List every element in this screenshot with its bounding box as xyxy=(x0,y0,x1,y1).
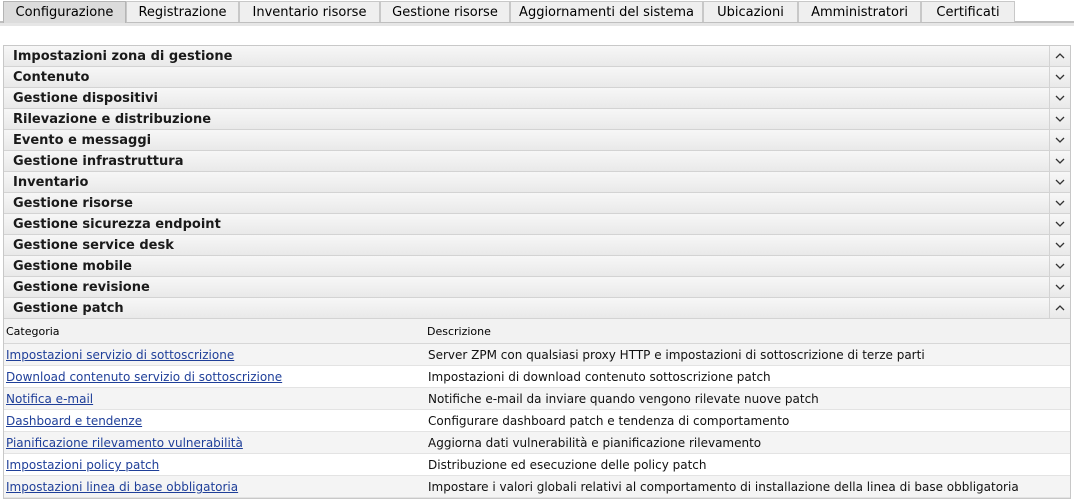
category-description: Notifiche e-mail da inviare quando vengo… xyxy=(428,392,819,406)
section-label: Evento e messaggi xyxy=(13,133,152,148)
section-gestione-patch[interactable]: Gestione patch xyxy=(4,298,1070,319)
category-description: Distribuzione ed esecuzione delle policy… xyxy=(428,458,707,472)
chevron-down-icon[interactable] xyxy=(1049,151,1070,171)
section-label: Gestione sicurezza endpoint xyxy=(13,217,221,232)
section-inventario[interactable]: Inventario xyxy=(4,172,1070,193)
tab-ubicazioni[interactable]: Ubicazioni xyxy=(703,1,798,22)
chevron-down-icon[interactable] xyxy=(1049,67,1070,87)
main-tab-bar: Configurazione Registrazione Inventario … xyxy=(0,0,1074,26)
category-description: Server ZPM con qualsiasi proxy HTTP e im… xyxy=(428,348,925,362)
category-description: Impostare i valori globali relativi al c… xyxy=(428,480,1019,494)
tab-bar-underline xyxy=(0,23,1074,26)
chevron-down-icon[interactable] xyxy=(1049,235,1070,255)
tab-aggiornamenti-sistema[interactable]: Aggiornamenti del sistema xyxy=(510,1,703,22)
section-gestione-revisione[interactable]: Gestione revisione xyxy=(4,277,1070,298)
tab-amministratori[interactable]: Amministratori xyxy=(798,1,921,22)
section-label: Gestione mobile xyxy=(13,259,132,274)
section-contenuto[interactable]: Contenuto xyxy=(4,67,1070,88)
section-label: Inventario xyxy=(13,175,89,190)
category-description: Aggiorna dati vulnerabilità e pianificaz… xyxy=(428,436,762,450)
section-label: Gestione patch xyxy=(13,301,124,316)
section-rilevazione-distribuzione[interactable]: Rilevazione e distribuzione xyxy=(4,109,1070,130)
chevron-up-icon[interactable] xyxy=(1049,46,1070,66)
chevron-down-icon[interactable] xyxy=(1049,193,1070,213)
section-label: Gestione risorse xyxy=(13,196,133,211)
chevron-down-icon[interactable] xyxy=(1049,214,1070,234)
chevron-down-icon[interactable] xyxy=(1049,172,1070,192)
section-label: Contenuto xyxy=(13,70,90,85)
tab-gestione-risorse[interactable]: Gestione risorse xyxy=(380,1,510,22)
section-label: Gestione revisione xyxy=(13,280,150,295)
table-row: Dashboard e tendenze Configurare dashboa… xyxy=(4,410,1070,432)
chevron-down-icon[interactable] xyxy=(1049,256,1070,276)
tab-registrazione[interactable]: Registrazione xyxy=(126,1,239,22)
settings-panel: Impostazioni zona di gestione Contenuto … xyxy=(3,45,1071,499)
section-evento-messaggi[interactable]: Evento e messaggi xyxy=(4,130,1070,151)
tab-inventario-risorse[interactable]: Inventario risorse xyxy=(239,1,380,22)
chevron-up-icon[interactable] xyxy=(1049,298,1070,318)
tab-certificati[interactable]: Certificati xyxy=(921,1,1015,22)
category-description: Impostazioni di download contenuto sotto… xyxy=(428,370,771,384)
section-gestione-service-desk[interactable]: Gestione service desk xyxy=(4,235,1070,256)
table-row: Pianificazione rilevamento vulnerabilità… xyxy=(4,432,1070,454)
column-header-descrizione: Descrizione xyxy=(427,325,491,338)
category-link[interactable]: Impostazioni policy patch xyxy=(6,454,159,476)
section-label: Gestione service desk xyxy=(13,238,174,253)
section-label: Gestione infrastruttura xyxy=(13,154,184,169)
chevron-down-icon[interactable] xyxy=(1049,277,1070,297)
category-description: Configurare dashboard patch e tendenza d… xyxy=(428,414,790,428)
category-link[interactable]: Notifica e-mail xyxy=(6,388,93,410)
table-header: Categoria Descrizione xyxy=(4,319,1070,344)
section-gestione-risorse[interactable]: Gestione risorse xyxy=(4,193,1070,214)
section-gestione-dispositivi[interactable]: Gestione dispositivi xyxy=(4,88,1070,109)
table-row: Impostazioni linea di base obbligatoria … xyxy=(4,476,1070,498)
chevron-down-icon[interactable] xyxy=(1049,130,1070,150)
section-gestione-mobile[interactable]: Gestione mobile xyxy=(4,256,1070,277)
table-row: Download contenuto servizio di sottoscri… xyxy=(4,366,1070,388)
table-row: Impostazioni policy patch Distribuzione … xyxy=(4,454,1070,476)
chevron-down-icon[interactable] xyxy=(1049,88,1070,108)
section-gestione-infrastruttura[interactable]: Gestione infrastruttura xyxy=(4,151,1070,172)
section-label: Rilevazione e distribuzione xyxy=(13,112,212,127)
tab-configurazione[interactable]: Configurazione xyxy=(3,1,126,23)
category-link[interactable]: Impostazioni servizio di sottoscrizione xyxy=(6,344,234,366)
section-gestione-sicurezza-endpoint[interactable]: Gestione sicurezza endpoint xyxy=(4,214,1070,235)
category-link[interactable]: Download contenuto servizio di sottoscri… xyxy=(6,366,282,388)
table-row: Impostazioni servizio di sottoscrizione … xyxy=(4,344,1070,366)
category-link[interactable]: Dashboard e tendenze xyxy=(6,410,142,432)
category-link[interactable]: Pianificazione rilevamento vulnerabilità xyxy=(6,432,243,454)
section-label: Gestione dispositivi xyxy=(13,91,158,106)
category-link[interactable]: Impostazioni linea di base obbligatoria xyxy=(6,476,238,498)
section-label: Impostazioni zona di gestione xyxy=(13,49,233,64)
section-impostazioni-zona[interactable]: Impostazioni zona di gestione xyxy=(4,46,1070,67)
chevron-down-icon[interactable] xyxy=(1049,109,1070,129)
column-header-categoria: Categoria xyxy=(6,325,60,338)
table-row: Notifica e-mail Notifiche e-mail da invi… xyxy=(4,388,1070,410)
patch-settings-table: Categoria Descrizione Impostazioni servi… xyxy=(4,319,1070,498)
